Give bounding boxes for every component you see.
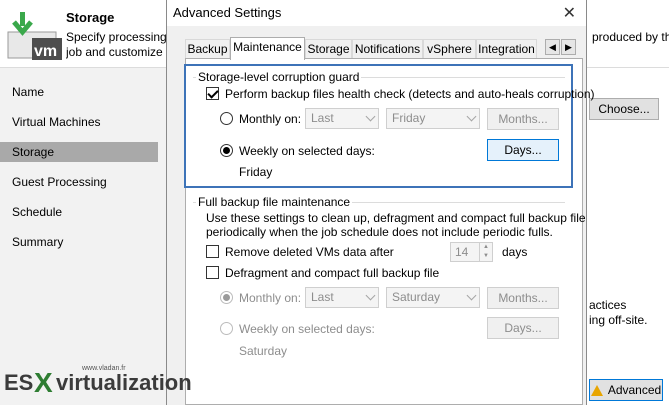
wizard-nav: Name Virtual Machines Storage Guest Proc… (0, 68, 168, 405)
fb-weekly-radio[interactable] (220, 322, 233, 335)
nav-item-summary[interactable]: Summary (0, 232, 158, 252)
wizard-description: Specify processing pr job and customize … (66, 30, 176, 59)
health-check-label: Perform backup files health check (detec… (225, 87, 595, 101)
close-icon[interactable]: ✕ (563, 3, 576, 23)
svg-text:vm: vm (34, 43, 57, 60)
fb-days-button[interactable]: Days... (487, 317, 559, 339)
nav-item-virtual-machines[interactable]: Virtual Machines (0, 112, 158, 132)
svg-text:X: X (34, 367, 53, 398)
dialog-titlebar: Advanced Settings ✕ (167, 0, 586, 26)
full-backup-description-2: periodically when the job schedule does … (206, 225, 553, 239)
esx-virtualization-logo: www.vladan.fr ES X virtualization (4, 362, 234, 402)
wizard-hint-text-1: actices (589, 298, 627, 312)
fb-selected-days: Saturday (239, 344, 288, 358)
dialog-title: Advanced Settings (173, 5, 282, 20)
cg-months-button[interactable]: Months... (487, 108, 559, 130)
health-check-checkbox[interactable] (206, 87, 219, 100)
cg-weekly-radio[interactable] (220, 144, 233, 157)
cg-monthly-day-select[interactable]: Friday (386, 108, 480, 129)
tab-strip: Backup Maintenance Storage Notifications… (185, 37, 580, 60)
advanced-button-label: Advanced (607, 383, 662, 397)
advanced-button[interactable]: Advanced (589, 379, 663, 401)
tab-storage[interactable]: Storage (305, 39, 352, 59)
fb-monthly-label: Monthly on: (239, 291, 302, 305)
defrag-checkbox[interactable] (206, 266, 219, 279)
cg-weekly-label: Weekly on selected days: (239, 144, 375, 158)
nav-item-guest-processing[interactable]: Guest Processing (0, 172, 158, 192)
warning-icon (590, 384, 603, 396)
tab-notifications[interactable]: Notifications (352, 39, 423, 59)
remove-deleted-label: Remove deleted VMs data after (225, 245, 394, 259)
wizard-title: Storage (66, 10, 115, 25)
full-backup-label: Full backup file maintenance (196, 195, 353, 209)
tab-scroll-right-icon[interactable]: ▶ (561, 39, 576, 55)
svg-text:virtualization: virtualization (56, 370, 192, 395)
tab-vsphere[interactable]: vSphere (423, 39, 476, 59)
cg-monthly-radio[interactable] (220, 112, 233, 125)
remove-deleted-checkbox[interactable] (206, 245, 219, 258)
fb-monthly-week-select[interactable]: Last (305, 287, 379, 308)
cg-monthly-week-select[interactable]: Last (305, 108, 379, 129)
days-unit-label: days (502, 245, 528, 259)
cg-monthly-label: Monthly on: (239, 112, 302, 126)
chevron-down-icon (365, 290, 376, 301)
chevron-down-icon (466, 111, 477, 122)
choose-button[interactable]: Choose... (589, 98, 659, 120)
tab-scroll-left-icon[interactable]: ◀ (545, 39, 560, 55)
wizard-hint-text-2: ing off-site. (589, 313, 648, 327)
chevron-down-icon (466, 290, 477, 301)
nav-item-name[interactable]: Name (0, 82, 158, 102)
wizard-description-right: produced by this (592, 30, 669, 44)
stepper-arrows-icon[interactable]: ▲ ▼ (479, 243, 492, 261)
vm-storage-icon: vm (7, 12, 62, 60)
nav-item-storage[interactable]: Storage (0, 142, 158, 162)
tab-maintenance[interactable]: Maintenance (230, 37, 305, 60)
tab-integration[interactable]: Integration (476, 39, 537, 59)
defrag-label: Defragment and compact full backup file (225, 266, 440, 280)
cg-days-button[interactable]: Days... (487, 139, 559, 161)
remove-days-stepper[interactable]: 14 ▲ ▼ (450, 242, 493, 262)
fb-weekly-label: Weekly on selected days: (239, 322, 375, 336)
fb-monthly-day-select[interactable]: Saturday (386, 287, 480, 308)
chevron-down-icon (365, 111, 376, 122)
corruption-guard-label: Storage-level corruption guard (196, 70, 362, 84)
fb-monthly-radio[interactable] (220, 291, 233, 304)
svg-text:ES: ES (4, 370, 33, 395)
cg-selected-days: Friday (239, 165, 273, 179)
fb-months-button[interactable]: Months... (487, 287, 559, 309)
tab-backup[interactable]: Backup (185, 39, 230, 59)
full-backup-description-1: Use these settings to clean up, defragme… (206, 211, 586, 225)
nav-item-schedule[interactable]: Schedule (0, 202, 158, 222)
